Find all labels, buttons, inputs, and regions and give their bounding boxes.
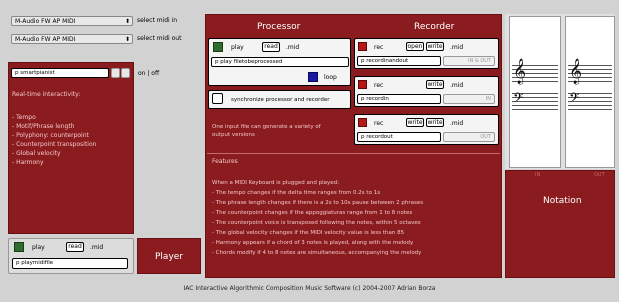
chevron-down-icon: ⬍: [124, 18, 130, 25]
record-status: OUT: [443, 132, 495, 142]
player-title: Player: [155, 252, 184, 262]
list-item: - The global velocity changes if the MID…: [212, 230, 405, 236]
notation-in-label: IN: [535, 172, 541, 178]
processor-title: Processor: [257, 22, 301, 32]
player-play-label: play: [32, 244, 45, 251]
processor-read-button[interactable]: read: [262, 42, 280, 52]
list-item: - The tempo changes if the delta time ra…: [212, 190, 381, 196]
processor-note: One input file can generate a variety of…: [212, 124, 321, 138]
list-item: - Global velocity: [12, 150, 61, 157]
player-play-indicator[interactable]: [14, 242, 24, 252]
list-item: - Counterpoint transposition: [12, 141, 97, 148]
list-item: - The phrase length changes if there is …: [212, 200, 424, 206]
features-list: When a MIDI Keyboard is plugged and play…: [212, 178, 423, 258]
list-item: - Harmony appears if a chord of 3 notes …: [212, 240, 414, 246]
loop-label: loop: [324, 74, 337, 81]
toggle-off-button[interactable]: [121, 68, 130, 78]
midi-out-select[interactable]: M-Audio FW AP MIDI ⬍: [11, 34, 133, 44]
score-page-out[interactable]: 𝄞 𝄢: [565, 16, 615, 168]
interactivity-title: Real-time interactivity:: [12, 91, 81, 98]
midi-out-label: select midi out: [137, 35, 182, 42]
player-ext-label: .mid: [90, 244, 104, 251]
list-item: - The counterpoint voice is transposed f…: [212, 220, 421, 226]
rec-ext-label: .mid: [450, 120, 464, 127]
processor-file-field[interactable]: p play filetobeprocessed: [211, 57, 349, 67]
score-page-in[interactable]: 𝄞 𝄢: [509, 16, 561, 168]
toggle-on-button[interactable]: [111, 68, 120, 78]
midi-in-select[interactable]: M-Audio FW AP MIDI ⬍: [11, 16, 133, 26]
chevron-down-icon: ⬍: [124, 36, 130, 43]
list-item: - Chords modify if 4 to 8 notes are simu…: [212, 250, 422, 256]
list-item: - Harmony: [12, 159, 44, 166]
record-status-label: IN & OUT: [468, 58, 491, 64]
on-off-label: on | off: [138, 70, 160, 77]
record-status-label: OUT: [480, 134, 491, 140]
list-item: When a MIDI Keyboard is plugged and play…: [212, 180, 339, 186]
features-divider: [207, 153, 500, 154]
sync-checkbox[interactable]: [212, 93, 223, 104]
record-file-field[interactable]: p recordinandout: [357, 56, 441, 66]
notation-out-label: OUT: [594, 172, 605, 178]
write-button[interactable]: write: [406, 118, 424, 127]
notation-title: Notation: [543, 196, 582, 206]
processor-play-indicator[interactable]: [213, 42, 223, 52]
record-file-field[interactable]: p recordout: [357, 132, 441, 142]
loop-indicator[interactable]: [308, 72, 318, 82]
list-item: - Motif/Phrase length: [12, 123, 75, 130]
rec-indicator[interactable]: [358, 42, 367, 51]
rec-label: rec: [374, 120, 384, 127]
bass-clef-icon: 𝄢: [513, 90, 524, 109]
write-button[interactable]: write: [426, 42, 444, 51]
interactivity-list: - Tempo - Motif/Phrase length - Polyphon…: [12, 113, 96, 167]
record-status-label: IN: [485, 96, 491, 102]
sync-label: synchronize processor and recorder: [231, 97, 330, 103]
treble-clef-icon: 𝄞: [569, 59, 583, 84]
rec-label: rec: [374, 44, 384, 51]
midi-in-value: M-Audio FW AP MIDI: [15, 18, 76, 25]
features-title: Features: [212, 158, 238, 165]
record-file-field[interactable]: p recordin: [357, 94, 441, 104]
rec-indicator[interactable]: [358, 80, 367, 89]
record-status: IN: [443, 94, 495, 104]
write-button[interactable]: write: [426, 80, 444, 89]
pianist-field[interactable]: p smartpianist: [11, 68, 109, 78]
list-item: - Polyphony: counterpoint: [12, 132, 89, 139]
record-status: IN & OUT: [443, 56, 495, 66]
list-item: - Tempo: [12, 114, 36, 121]
rec-indicator[interactable]: [358, 118, 367, 127]
midi-in-label: select midi in: [137, 17, 178, 24]
write-button[interactable]: write: [426, 118, 444, 127]
notation-panel: [505, 170, 615, 278]
recorder-title: Recorder: [414, 22, 455, 32]
rec-label: rec: [374, 82, 384, 89]
bass-clef-icon: 𝄢: [569, 90, 580, 109]
processor-play-label: play: [231, 44, 244, 51]
rec-ext-label: .mid: [450, 44, 464, 51]
list-item: - The counterpoint changes if the appogg…: [212, 210, 413, 216]
footer-credits: IAC Interactive Algorithmic Composition …: [183, 285, 436, 292]
player-file-field[interactable]: p playmidifile: [12, 258, 128, 269]
open-button[interactable]: open: [406, 42, 424, 51]
processor-ext-label: .mid: [286, 44, 300, 51]
rec-ext-label: .mid: [450, 82, 464, 89]
treble-clef-icon: 𝄞: [513, 59, 527, 84]
player-read-button[interactable]: read: [66, 242, 84, 252]
midi-out-value: M-Audio FW AP MIDI: [15, 36, 76, 43]
